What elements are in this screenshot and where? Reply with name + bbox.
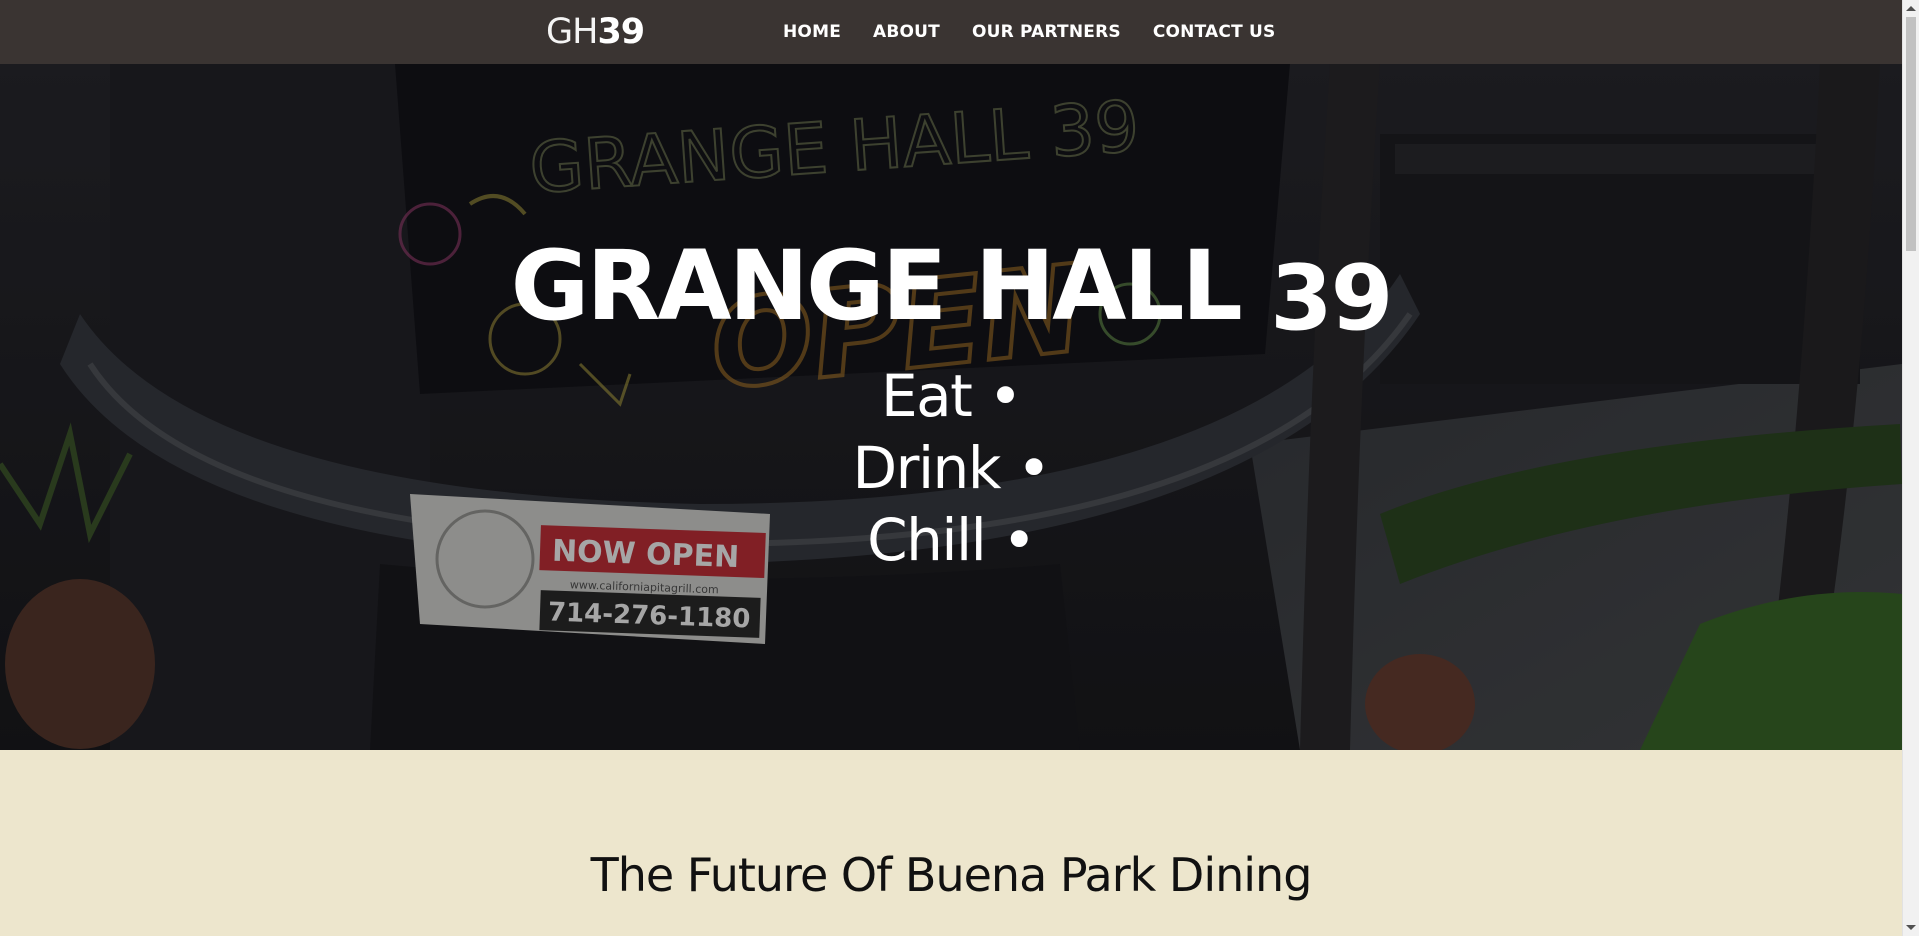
tagline-eat: Eat • [880, 362, 1023, 430]
page-scrollbar[interactable] [1902, 0, 1919, 936]
section-heading: The Future Of Buena Park Dining [590, 848, 1313, 902]
nav-contact-us[interactable]: CONTACT US [1153, 22, 1276, 42]
nav-home[interactable]: HOME [783, 22, 841, 42]
hero-taglines: Eat • Drink • Chill • [0, 360, 1902, 576]
hero-section: GRANGE HALL 39 OPEN NOW OPEN www.califor… [0, 64, 1902, 750]
hero-title-number: 39 [1270, 246, 1393, 352]
nav-about[interactable]: ABOUT [873, 22, 940, 42]
scroll-down-arrow-icon[interactable] [1906, 925, 1916, 930]
main-nav: HOME ABOUT OUR PARTNERS CONTACT US [783, 0, 1275, 64]
scrollbar-thumb[interactable] [1906, 17, 1916, 251]
scroll-up-arrow-icon[interactable] [1906, 6, 1916, 11]
logo-39: 39 [597, 12, 645, 52]
hero-title: GRANGE HALL 39 [0, 238, 1902, 344]
nav-our-partners[interactable]: OUR PARTNERS [972, 22, 1121, 42]
tagline-chill: Chill • [867, 506, 1036, 574]
site-header: GH 39 HOME ABOUT OUR PARTNERS CONTACT US [0, 0, 1902, 64]
logo-gh: GH [546, 12, 598, 52]
site-logo[interactable]: GH 39 [546, 12, 645, 52]
tagline-drink: Drink • [852, 434, 1051, 502]
future-section: The Future Of Buena Park Dining [0, 750, 1902, 936]
hero-title-main: GRANGE HALL [510, 230, 1243, 343]
